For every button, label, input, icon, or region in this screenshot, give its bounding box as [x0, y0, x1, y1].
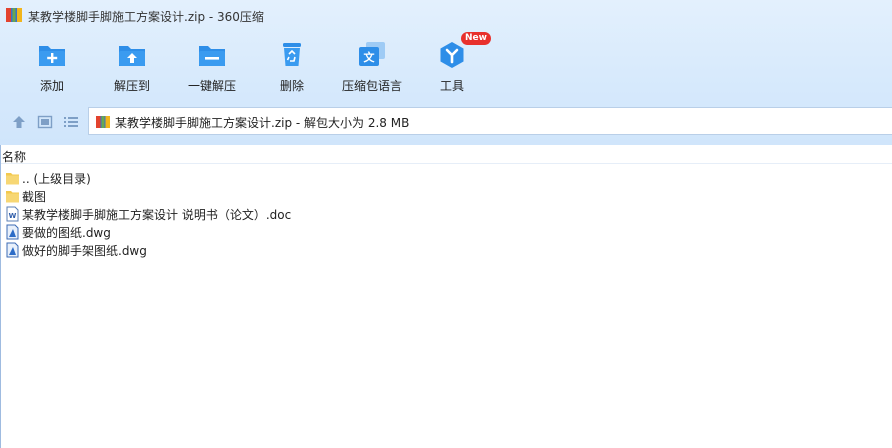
language-label: 压缩包语言 [341, 79, 402, 93]
up-arrow-icon[interactable] [11, 114, 27, 130]
language-button[interactable]: 文 压缩包语言 [334, 36, 410, 98]
navigation-bar: 某教学楼脚手脚施工方案设计.zip - 解包大小为 2.8 MB [0, 106, 892, 138]
dwg-file-icon [6, 242, 19, 258]
extract-to-icon [119, 46, 145, 66]
toolbar: 添加 解压到 一键解压 删除 文 压缩包语言 New 工具 [0, 32, 892, 100]
tools-button[interactable]: New 工具 [414, 32, 491, 98]
file-list-area: 名称 .. (上级目录) 截图 W 某教学楼脚手脚施工方案设计 说明书（论文）.… [0, 145, 892, 448]
file-name: .. (上级目录) [22, 172, 91, 186]
add-label: 添加 [39, 79, 64, 93]
file-name: 做好的脚手架图纸.dwg [22, 244, 147, 258]
language-icon: 文 [359, 42, 385, 66]
header-divider [1, 163, 892, 164]
one-click-extract-label: 一键解压 [187, 79, 236, 93]
svg-text:W: W [9, 212, 17, 220]
extract-to-button[interactable]: 解压到 [94, 36, 170, 98]
word-document-icon: W [6, 206, 19, 222]
zip-archive-icon [96, 116, 110, 128]
extract-to-label: 解压到 [113, 79, 150, 93]
thumbnail-view-icon[interactable] [37, 114, 53, 130]
file-name: 截图 [22, 190, 47, 204]
add-icon [39, 46, 65, 66]
top-panel: 某教学楼脚手脚施工方案设计.zip - 360压缩 添加 解压到 一键解压 删除… [0, 0, 892, 145]
add-button[interactable]: 添加 [14, 36, 90, 98]
file-name: 要做的图纸.dwg [22, 226, 111, 240]
new-badge: New [461, 32, 491, 45]
tools-icon [440, 42, 464, 68]
one-click-extract-button[interactable]: 一键解压 [174, 36, 250, 98]
dwg-file-icon [6, 224, 19, 240]
archive-app-icon [6, 8, 22, 22]
folder-icon [6, 173, 19, 185]
window-title: 某教学楼脚手脚施工方案设计.zip - 360压缩 [28, 10, 264, 24]
folder-icon [6, 191, 19, 203]
file-name: 某教学楼脚手脚施工方案设计 说明书（论文）.doc [22, 208, 292, 222]
address-bar[interactable]: 某教学楼脚手脚施工方案设计.zip - 解包大小为 2.8 MB [88, 107, 892, 135]
svg-text:文: 文 [364, 50, 376, 64]
title-bar: 某教学楼脚手脚施工方案设计.zip - 360压缩 [0, 0, 892, 30]
one-click-extract-icon [199, 46, 225, 66]
address-path: 某教学楼脚手脚施工方案设计.zip - 解包大小为 2.8 MB [115, 116, 410, 130]
delete-button[interactable]: 删除 [254, 36, 330, 98]
delete-label: 删除 [279, 79, 304, 93]
tools-label: 工具 [439, 79, 464, 93]
list-view-icon[interactable] [63, 114, 79, 130]
delete-icon [283, 43, 301, 66]
